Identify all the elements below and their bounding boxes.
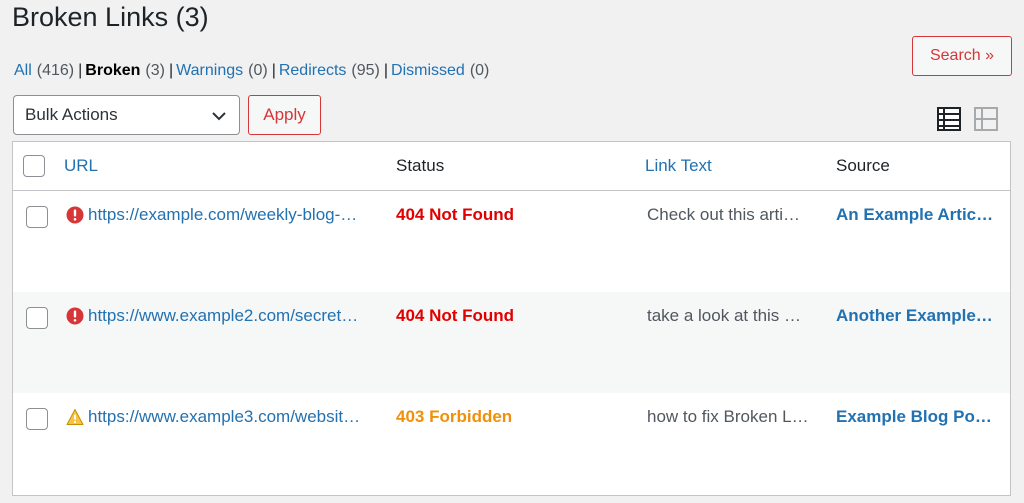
filter-separator: | xyxy=(383,62,389,79)
filter-separator: | xyxy=(168,62,174,79)
filter-dismissed-count: (0) xyxy=(469,62,490,79)
row-link-text: Check out this arti… xyxy=(647,205,801,224)
column-url[interactable]: URL xyxy=(64,156,98,176)
warning-icon xyxy=(66,409,84,425)
filter-warnings-count: (0) xyxy=(248,62,268,79)
row-checkbox[interactable] xyxy=(26,408,48,430)
select-all-checkbox[interactable] xyxy=(23,155,45,177)
list-view-icon[interactable] xyxy=(936,106,962,132)
row-source-link[interactable]: An Example Artic… xyxy=(836,205,993,225)
search-button[interactable]: Search » xyxy=(912,36,1012,76)
row-source-link[interactable]: Another Example… xyxy=(836,306,993,326)
page-title: Broken Links (3) xyxy=(12,2,209,32)
filter-redirects[interactable]: Redirects xyxy=(279,62,347,79)
filter-separator: | xyxy=(271,62,276,79)
row-url-link[interactable]: https://example.com/weekly-blog-… xyxy=(88,205,357,225)
filter-all-count: (416) xyxy=(36,62,75,79)
column-link-text[interactable]: Link Text xyxy=(645,156,712,176)
filter-separator: | xyxy=(78,62,83,79)
row-status: 404 Not Found xyxy=(396,306,515,325)
error-icon xyxy=(66,206,84,224)
row-url-link[interactable]: https://www.example3.com/websit… xyxy=(88,407,360,427)
filter-all[interactable]: All xyxy=(14,62,32,79)
filter-broken[interactable]: Broken xyxy=(85,62,140,79)
error-icon xyxy=(66,307,84,325)
status-filter-links: All (416) | Broken (3) | Warnings (0) | Redirects… xyxy=(14,62,489,80)
excerpt-view-icon[interactable] xyxy=(973,106,999,132)
column-status: Status xyxy=(396,156,445,175)
table-header: URL Status Link Text Source xyxy=(13,142,1010,191)
filter-redirects-count: (95) xyxy=(351,62,380,79)
row-status: 403 Forbidden xyxy=(396,407,513,426)
table-row: https://example.com/weekly-blog-… 404 No… xyxy=(13,191,1010,292)
row-checkbox[interactable] xyxy=(26,307,48,329)
filter-broken-count: (3) xyxy=(145,62,165,79)
table-row: https://www.example3.com/websit… 403 For… xyxy=(13,393,1010,494)
filter-warnings[interactable]: Warnings xyxy=(176,62,243,79)
row-link-text: how to fix Broken L… xyxy=(647,407,809,426)
row-url-link[interactable]: https://www.example2.com/secret… xyxy=(88,306,358,326)
row-link-text: take a look at this … xyxy=(647,306,802,325)
chevron-down-icon xyxy=(212,112,226,121)
apply-button[interactable]: Apply xyxy=(248,95,321,135)
row-source-link[interactable]: Example Blog Po… xyxy=(836,407,992,427)
filter-dismissed[interactable]: Dismissed xyxy=(391,62,465,79)
column-source: Source xyxy=(836,156,890,175)
row-status: 404 Not Found xyxy=(396,205,515,224)
bulk-actions-select[interactable]: Bulk Actions xyxy=(13,95,240,135)
table-row: https://www.example2.com/secret… 404 Not… xyxy=(13,292,1010,393)
links-table: URL Status Link Text Source https://exam… xyxy=(12,141,1011,496)
bulk-actions-value: Bulk Actions xyxy=(25,105,118,124)
row-checkbox[interactable] xyxy=(26,206,48,228)
